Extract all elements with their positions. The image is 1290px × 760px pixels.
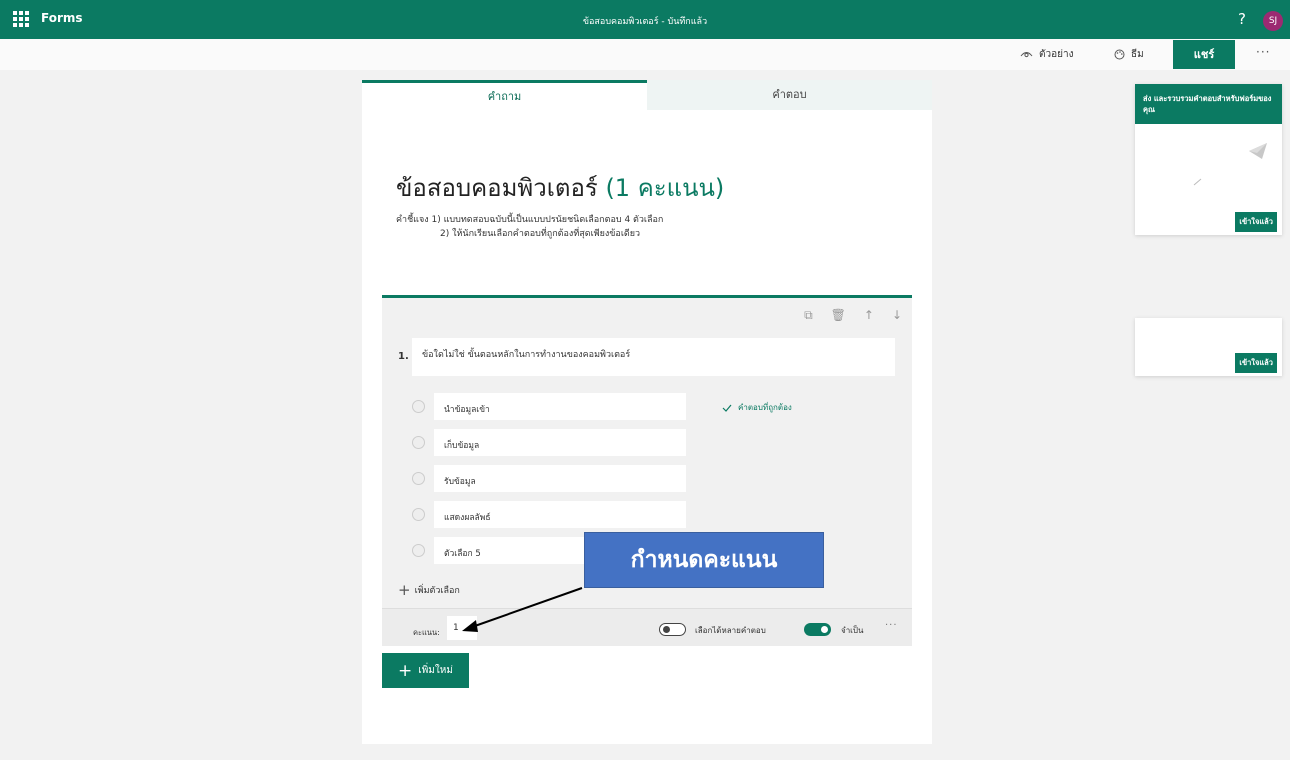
got-it-button[interactable]: เข้าใจแล้ว (1235, 212, 1277, 232)
got-it-button-2[interactable]: เข้าใจแล้ว (1235, 353, 1277, 373)
secondary-coach-panel: เข้าใจแล้ว (1135, 318, 1282, 376)
share-coach-heading: ส่ง และรวบรวมคำตอบสำหรับฟอร์มของคุณ (1135, 84, 1282, 124)
paper-plane-icon (1249, 143, 1267, 159)
annotation-arrow (462, 587, 583, 632)
share-coach-panel: ส่ง และรวบรวมคำตอบสำหรับฟอร์มของคุณ เข้า… (1135, 84, 1282, 235)
annotation-callout: กำหนดคะแนน (584, 532, 824, 588)
flight-trail-icon (1193, 178, 1202, 186)
